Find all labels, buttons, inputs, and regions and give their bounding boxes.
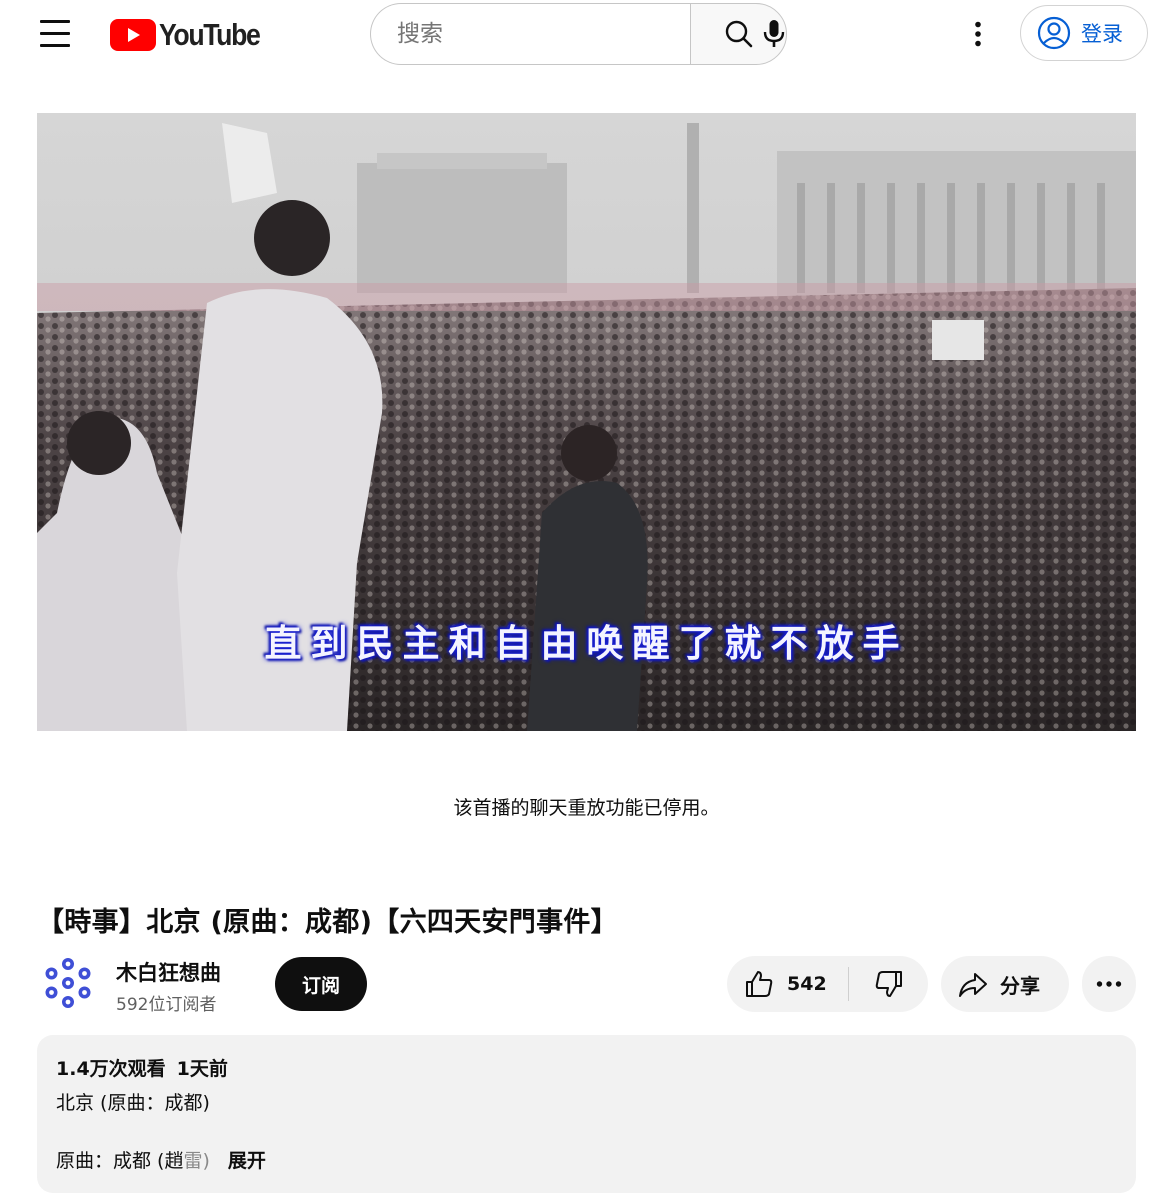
description-line: 北京 (原曲：成都) (56, 1092, 210, 1114)
expand-description-button[interactable]: 展开 (228, 1146, 266, 1173)
view-info: 1.4万次观看 1天前 (56, 1054, 1117, 1081)
publish-date: 1天前 (176, 1058, 228, 1080)
sign-in-label: 登录 (1081, 22, 1123, 46)
video-subtitle: 直到民主和自由唤醒了就不放手 (264, 621, 909, 665)
description-preview-fade: 雷) (183, 1150, 210, 1172)
search-bar (370, 3, 787, 65)
snowflake-logo-icon (45, 958, 91, 1008)
video-player[interactable]: 直到民主和自由唤醒了就不放手 (37, 113, 1136, 731)
mic-icon (763, 20, 785, 47)
like-dislike-group: 542 (727, 956, 928, 1012)
search-input[interactable] (370, 3, 690, 65)
more-horiz-icon (1096, 981, 1122, 987)
chat-replay-disabled-note: 该首播的聊天重放功能已停用。 (453, 797, 720, 819)
logo-text: YouTube (159, 17, 261, 52)
like-count: 542 (787, 973, 827, 995)
description-preview: 原曲：成都 (趙 雷) 展开 (56, 1146, 266, 1173)
top-bar: YouTube 登录 (0, 0, 1173, 70)
share-arrow-icon (959, 973, 987, 997)
share-label: 分享 (1000, 973, 1040, 998)
description-box[interactable]: 1.4万次观看 1天前 北京 (原曲：成都) 原曲：成都 (趙 雷) 展开 (37, 1035, 1136, 1193)
dislike-button[interactable] (849, 956, 928, 1012)
menu-button[interactable] (30, 14, 80, 54)
search-icon (725, 20, 752, 48)
account-circle-icon (1037, 16, 1071, 50)
subscriber-count: 592位订阅者 (116, 995, 217, 1015)
description-preview-text: 原曲：成都 (趙 (56, 1150, 184, 1172)
thumb-down-icon (875, 971, 902, 997)
subscribe-button[interactable]: 订阅 (275, 957, 367, 1011)
more-actions-button[interactable] (1082, 956, 1136, 1012)
channel-avatar[interactable] (40, 955, 96, 1011)
view-count: 1.4万次观看 (56, 1058, 166, 1080)
settings-more-button[interactable] (956, 12, 1000, 56)
voice-search-button[interactable] (752, 12, 796, 56)
sign-in-button[interactable]: 登录 (1020, 5, 1148, 61)
channel-name[interactable]: 木白狂想曲 (116, 957, 221, 987)
like-button[interactable]: 542 (727, 956, 848, 1012)
thumb-up-icon (746, 971, 773, 997)
youtube-play-icon (110, 19, 156, 51)
youtube-logo[interactable]: YouTube (110, 17, 276, 52)
video-title: 【時事】北京 (原曲：成都)【六四天安門事件】 (37, 907, 618, 938)
more-vert-icon (975, 21, 981, 47)
share-button[interactable]: 分享 (941, 956, 1069, 1012)
